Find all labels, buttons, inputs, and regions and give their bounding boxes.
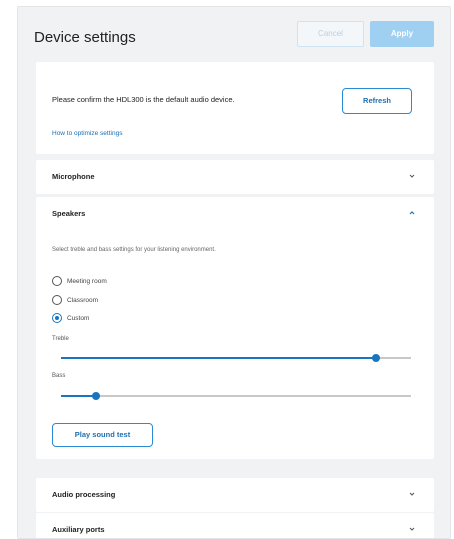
- accordion-label-microphone: Microphone: [52, 172, 95, 181]
- accordion-label-speakers[interactable]: Speakers: [52, 209, 85, 218]
- radio-label: Custom: [67, 314, 90, 322]
- treble-slider[interactable]: [61, 353, 411, 363]
- refresh-button[interactable]: Refresh: [342, 88, 412, 114]
- accordion-label-audio-processing: Audio processing: [52, 490, 116, 499]
- chevron-down-icon: [409, 527, 415, 531]
- radio-meeting-room[interactable]: Meeting room: [52, 275, 107, 287]
- bass-label: Bass: [52, 373, 66, 379]
- page-title: Device settings: [34, 29, 136, 46]
- radio-custom[interactable]: Custom: [52, 312, 89, 324]
- radio-label: Meeting room: [67, 277, 107, 285]
- radio-button[interactable]: [52, 313, 62, 323]
- radio-classroom[interactable]: Classroom: [52, 294, 98, 306]
- radio-button[interactable]: [52, 295, 62, 305]
- chevron-down-icon: [409, 174, 415, 178]
- slider-track: [61, 395, 411, 397]
- confirm-device-card: Please confirm the HDL300 is the default…: [36, 62, 434, 154]
- bass-slider[interactable]: [61, 391, 411, 401]
- chevron-down-icon: [409, 492, 415, 496]
- accordion-label-auxiliary-ports: Auxiliary ports: [52, 525, 105, 534]
- accordion-auxiliary-ports[interactable]: Auxiliary ports: [36, 513, 434, 538]
- slider-fill: [61, 357, 376, 359]
- play-sound-test-button[interactable]: Play sound test: [52, 423, 153, 447]
- panel-header: Device settings Cancel Apply: [18, 7, 450, 57]
- radio-label: Classroom: [67, 296, 99, 304]
- apply-button[interactable]: Apply: [370, 21, 434, 47]
- confirm-message: Please confirm the HDL300 is the default…: [52, 95, 235, 104]
- slider-fill: [61, 395, 96, 397]
- slider-thumb[interactable]: [372, 354, 380, 362]
- accordion-audio-processing[interactable]: Audio processing: [36, 478, 434, 512]
- accordion-speakers: Speakers Select treble and bass settings…: [36, 197, 434, 459]
- radio-button[interactable]: [52, 276, 62, 286]
- device-settings-panel: Device settings Cancel Apply Please conf…: [17, 6, 451, 539]
- speakers-description: Select treble and bass settings for your…: [52, 247, 216, 253]
- accordion-microphone[interactable]: Microphone: [36, 160, 434, 194]
- chevron-up-icon[interactable]: [407, 208, 417, 218]
- treble-label: Treble: [52, 336, 69, 342]
- cancel-button[interactable]: Cancel: [297, 21, 364, 47]
- slider-thumb[interactable]: [92, 392, 100, 400]
- optimize-settings-link[interactable]: How to optimize settings: [52, 130, 122, 137]
